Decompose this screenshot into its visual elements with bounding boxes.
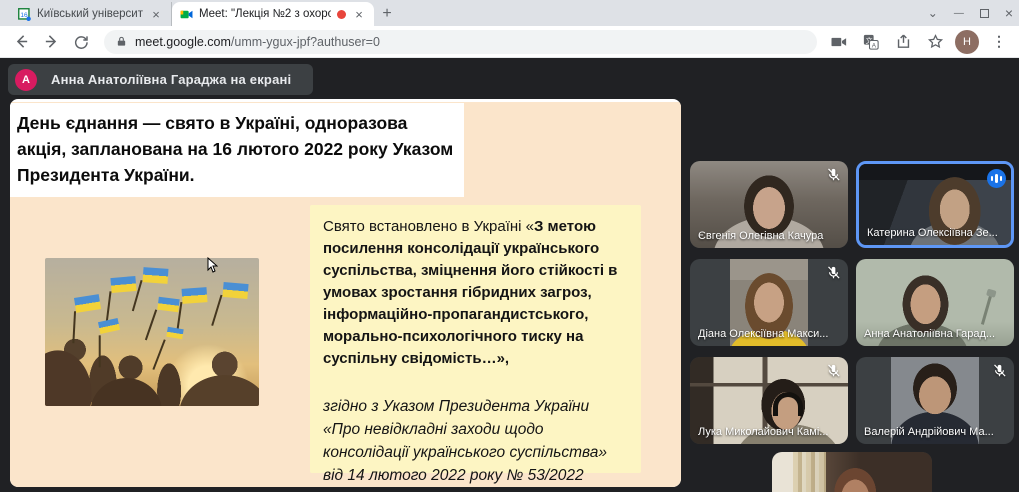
url-text: meet.google.com/umm-ygux-jpf?authuser=0 [135, 35, 380, 49]
university-favicon-icon: 16 [18, 7, 31, 21]
participant-name: Лука Миколайович Камі... [698, 426, 829, 438]
url-path: /umm-ygux-jpf?authuser=0 [230, 34, 380, 49]
presenter-avatar: А [15, 68, 37, 91]
participant-name: Діана Олексіївна Макси... [698, 328, 829, 340]
slide-decree: згідно з Указом Президента України «Про … [323, 398, 608, 484]
mic-off-icon [826, 265, 841, 280]
mic-off-icon [826, 363, 841, 378]
participant-tile[interactable]: Валерій Андрійович Ма... [856, 357, 1014, 444]
participant-tile[interactable]: Діана Олексіївна Макси... [690, 259, 848, 346]
mic-off-icon [826, 167, 841, 182]
participant-tile[interactable]: Катерина Олексіївна Зе... [856, 161, 1014, 248]
meet-stage: А Анна Анатоліївна Гараджа на екрані Ден… [0, 58, 1019, 492]
participant-name: Валерій Андрійович Ма... [864, 426, 994, 438]
participant-tile[interactable]: Євгенія Олегівна Качура [690, 161, 848, 248]
tab-strip: 16 Київський університет імені Бор × Mee… [0, 0, 1019, 26]
window-maximize-button[interactable] [979, 8, 989, 18]
window-curtain [792, 452, 827, 492]
quote-bold: З метою посилення консолідації українськ… [323, 218, 618, 367]
shower-fixture [980, 295, 993, 325]
participant-tile[interactable]: Анна Анатоліївна Гарад... [856, 259, 1014, 346]
translate-icon[interactable]: 文A [859, 30, 883, 54]
mic-off-icon [992, 363, 1007, 378]
mouse-cursor [207, 257, 218, 273]
slide-quote: Свято встановлено в Україні «З метою пос… [323, 216, 628, 370]
participant-tile[interactable]: Лука Миколайович Камі... [690, 357, 848, 444]
window-menu-chevron-icon[interactable]: ⌄ [928, 6, 938, 20]
svg-text:A: A [872, 42, 877, 49]
quote-intro: Свято встановлено в Україні « [323, 218, 534, 235]
ukraine-flags-photo [45, 258, 259, 406]
tab-university[interactable]: 16 Київський університет імені Бор × [10, 2, 172, 26]
toolbar-icons: 文A H ⋮ [827, 29, 1011, 54]
share-icon[interactable] [891, 30, 915, 54]
participant-video [772, 452, 932, 492]
meet-favicon-icon [180, 8, 193, 21]
participant-name: Євгенія Олегівна Качура [698, 230, 824, 242]
chrome-menu-icon[interactable]: ⋮ [987, 30, 1011, 54]
shared-screen-slide: День єднання — свято в Україні, одноразо… [10, 99, 681, 487]
browser-toolbar: meet.google.com/umm-ygux-jpf?authuser=0 … [0, 26, 1019, 58]
url-bar[interactable]: meet.google.com/umm-ygux-jpf?authuser=0 [104, 29, 817, 54]
slide-note-box: Свято встановлено в Україні «З метою пос… [310, 205, 641, 484]
tab-close-icon[interactable]: × [149, 7, 163, 22]
participant-name: Анна Анатоліївна Гарад... [864, 328, 996, 340]
self-view-tile[interactable]: Ви [772, 452, 932, 492]
tab-title: Київський університет імені Бор [37, 8, 143, 20]
url-domain: meet.google.com [135, 34, 231, 49]
window-minimize-button[interactable]: — [954, 8, 964, 19]
window-controls: ⌄ — × [928, 0, 1013, 26]
headphones [773, 392, 803, 416]
participant-name: Катерина Олексіївна Зе... [867, 227, 998, 239]
reload-button[interactable] [68, 29, 94, 55]
lock-icon [116, 35, 127, 48]
forward-button[interactable] [38, 29, 64, 55]
tab-title: Meet: "Лекція №2 з охорон [199, 8, 331, 20]
back-button[interactable] [8, 29, 34, 55]
profile-avatar[interactable]: H [955, 29, 979, 54]
recording-indicator-icon [337, 9, 346, 19]
speaking-indicator-icon [987, 169, 1006, 188]
bookmark-star-icon[interactable] [923, 30, 947, 54]
presenting-banner: А Анна Анатоліївна Гараджа на екрані [8, 64, 314, 95]
browser-window: 16 Київський університет імені Бор × Mee… [0, 0, 1019, 492]
camera-in-use-icon[interactable] [827, 30, 851, 54]
presenting-banner-text: Анна Анатоліївна Гараджа на екрані [51, 72, 292, 87]
new-tab-button[interactable]: + [374, 2, 400, 26]
tab-close-icon[interactable]: × [352, 7, 366, 22]
tab-meet[interactable]: Meet: "Лекція №2 з охорон × [172, 2, 374, 26]
window-close-button[interactable]: × [1005, 5, 1013, 21]
slide-title: День єднання — свято в Україні, одноразо… [10, 103, 464, 197]
